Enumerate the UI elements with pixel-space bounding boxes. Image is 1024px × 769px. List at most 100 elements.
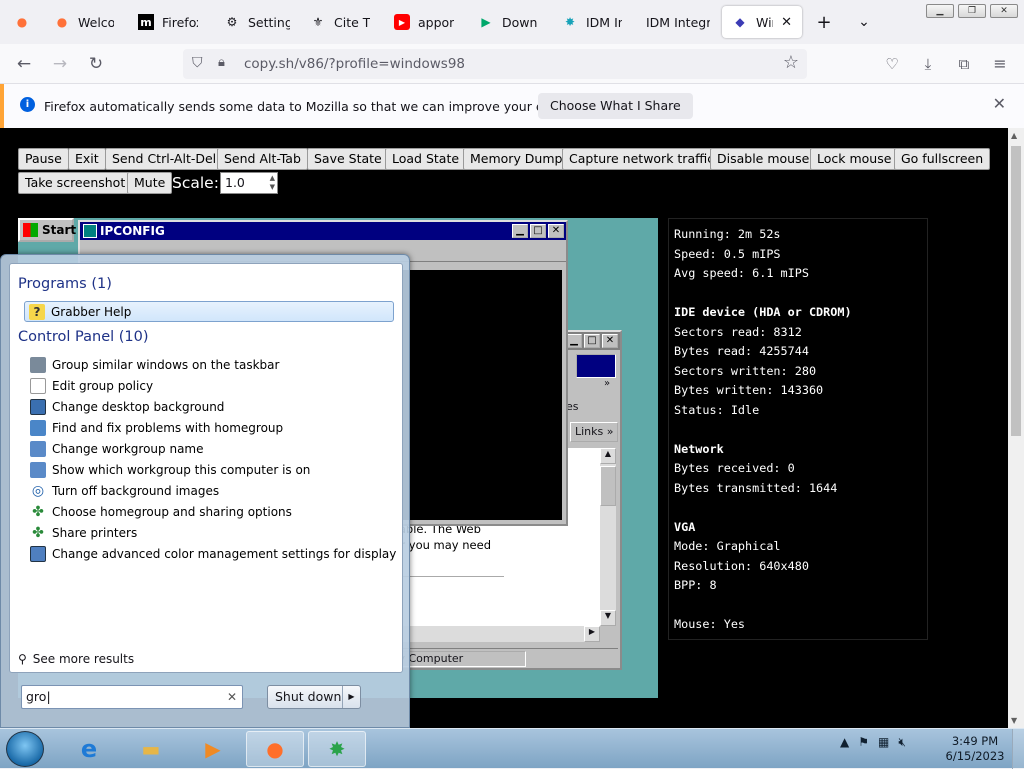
scroll-right-icon[interactable]: ▶: [584, 626, 600, 642]
clear-search-icon[interactable]: ✕: [227, 686, 237, 708]
result-grabber-help[interactable]: ? Grabber Help: [24, 301, 394, 322]
result-homegroup-sharing[interactable]: ✤ Choose homegroup and sharing options: [26, 501, 396, 522]
scroll-thumb[interactable]: [600, 466, 616, 506]
scroll-up-icon[interactable]: ▲: [600, 448, 616, 464]
notification-bar: i Firefox automatically sends some data …: [0, 84, 1024, 128]
url-text[interactable]: copy.sh/v86/?profile=windows98: [244, 56, 465, 72]
close-icon[interactable]: ✕: [548, 224, 564, 238]
take-screenshot-button[interactable]: Take screenshot: [18, 172, 133, 194]
result-change-workgroup-name[interactable]: Change workgroup name: [26, 438, 396, 459]
lock-mouse-button[interactable]: Lock mouse: [810, 148, 899, 170]
tab-welcome[interactable]: ●Welcom: [44, 6, 124, 38]
tab-download[interactable]: ▶Downlo: [468, 6, 548, 38]
pocket-icon[interactable]: ♡: [879, 52, 905, 76]
file-explorer-icon[interactable]: ▬: [122, 731, 180, 767]
send-alt-tab-button[interactable]: Send Alt-Tab: [217, 148, 308, 170]
play-icon: ▶: [481, 15, 491, 29]
close-window-button[interactable]: ✕: [990, 4, 1018, 18]
network-icon[interactable]: ▦: [878, 735, 889, 750]
tab-bar: ● ●Welcom mFirefox ⚙Settings ⚜Cite Th ▶a…: [0, 0, 1024, 44]
shutdown-options-arrow-icon[interactable]: ▶: [342, 686, 360, 708]
homegroup-icon: ✤: [32, 503, 44, 520]
system-icon: [30, 440, 46, 457]
minimize-window-button[interactable]: ▁: [926, 4, 954, 18]
save-state-button[interactable]: Save State: [307, 148, 389, 170]
scroll-up-icon[interactable]: ▲: [1011, 131, 1017, 140]
chevron-right-icon[interactable]: »: [604, 378, 610, 389]
firefox-taskbar-icon[interactable]: ●: [246, 731, 304, 767]
shut-down-button[interactable]: Shut down ▶: [267, 685, 361, 709]
search-icon: ⚲: [18, 652, 27, 666]
result-show-workgroup[interactable]: Show which workgroup this computer is on: [26, 459, 396, 480]
choose-what-i-share-button[interactable]: Choose What I Share: [538, 93, 693, 119]
show-hidden-icons-icon[interactable]: ▲: [840, 735, 849, 750]
lock-icon[interactable]: 🔒︎: [218, 55, 225, 70]
result-change-desktop-background[interactable]: Change desktop background: [26, 396, 396, 417]
maximize-icon[interactable]: □: [584, 334, 600, 348]
show-desktop-button[interactable]: [1012, 729, 1024, 769]
tab-cite[interactable]: ⚜Cite Th: [300, 6, 380, 38]
tab-windows98[interactable]: ◆Wind✕: [722, 6, 802, 38]
result-share-printers[interactable]: ✤ Share printers: [26, 522, 396, 543]
downloads-icon[interactable]: ⤓: [915, 52, 941, 76]
idm-taskbar-icon[interactable]: ✸: [308, 731, 366, 767]
ie-vertical-scrollbar[interactable]: ▲ ▼: [600, 448, 616, 626]
scroll-thumb[interactable]: [1011, 146, 1021, 436]
result-color-management[interactable]: Change advanced color management setting…: [26, 543, 396, 564]
back-arrow-icon[interactable]: ←: [11, 52, 37, 76]
start-search-input[interactable]: gro| ✕: [21, 685, 243, 709]
result-fix-homegroup[interactable]: Find and fix problems with homegroup: [26, 417, 396, 438]
win98-start-button[interactable]: Start: [18, 218, 76, 242]
memory-dump-button[interactable]: Memory Dump: [463, 148, 570, 170]
tab-settings[interactable]: ⚙Settings: [214, 6, 300, 38]
exit-button[interactable]: Exit: [68, 148, 106, 170]
maximize-icon[interactable]: □: [530, 224, 546, 238]
minimize-icon[interactable]: ▁: [512, 224, 528, 238]
programs-header[interactable]: Programs (1): [18, 276, 112, 292]
tab-idm-ini[interactable]: ✸IDM Ini: [552, 6, 632, 38]
media-player-icon[interactable]: ▶: [184, 731, 242, 767]
minimize-icon[interactable]: ▁: [566, 334, 582, 348]
bookmark-star-icon[interactable]: ☆: [783, 52, 799, 73]
scroll-down-icon[interactable]: ▼: [600, 610, 616, 626]
close-icon[interactable]: ✕: [602, 334, 618, 348]
links-button[interactable]: Links »: [570, 422, 618, 442]
internet-explorer-icon[interactable]: e: [60, 731, 118, 767]
see-more-results-link[interactable]: ⚲ See more results: [18, 652, 134, 666]
tab-mdn[interactable]: mFirefox: [128, 6, 208, 38]
send-ctrl-alt-del-button[interactable]: Send Ctrl-Alt-Del: [105, 148, 224, 170]
list-tabs-chevron-icon[interactable]: ⌄: [848, 6, 880, 38]
result-group-similar-windows[interactable]: Group similar windows on the taskbar: [26, 354, 396, 375]
spin-arrows-icon[interactable]: ▲ ▼: [270, 174, 275, 192]
disable-mouse-button[interactable]: Disable mouse: [710, 148, 817, 170]
tab-firefox[interactable]: ●: [4, 6, 42, 38]
scale-input[interactable]: 1.0 ▲ ▼: [220, 172, 278, 194]
close-notification-icon[interactable]: ✕: [993, 94, 1006, 113]
tab-idm-integra[interactable]: IDM Integra: [636, 6, 720, 38]
clock[interactable]: 3:49 PM 6/15/2023: [944, 734, 1006, 764]
scroll-down-icon[interactable]: ▼: [1011, 716, 1017, 725]
result-turn-off-background-images[interactable]: ◎ Turn off background images: [26, 480, 396, 501]
volume-muted-icon[interactable]: 🔇︎: [898, 735, 906, 750]
restore-window-button[interactable]: ❐: [958, 4, 986, 18]
capture-network-traffic-button[interactable]: Capture network traffic: [562, 148, 722, 170]
youtube-icon: ▶: [394, 14, 410, 30]
url-bar[interactable]: ⛉ 🔒︎ copy.sh/v86/?profile=windows98 ☆: [183, 49, 807, 79]
load-state-button[interactable]: Load State: [385, 148, 467, 170]
flag-icon[interactable]: ⚑: [858, 735, 869, 750]
forward-arrow-icon[interactable]: →: [47, 52, 73, 76]
go-fullscreen-button[interactable]: Go fullscreen: [894, 148, 991, 170]
reload-icon[interactable]: ↻: [83, 52, 109, 76]
tab-youtube[interactable]: ▶ appon: [384, 6, 464, 38]
menu-hamburger-icon[interactable]: ≡: [987, 52, 1013, 76]
result-edit-group-policy[interactable]: Edit group policy: [26, 375, 396, 396]
close-tab-icon[interactable]: ✕: [781, 15, 792, 30]
pause-button[interactable]: Pause: [18, 148, 69, 170]
new-tab-button[interactable]: +: [808, 6, 840, 38]
extensions-icon[interactable]: ⧉: [951, 52, 977, 76]
mute-button[interactable]: Mute: [127, 172, 173, 194]
start-orb-button[interactable]: [6, 731, 44, 767]
control-panel-header[interactable]: Control Panel (10): [18, 329, 149, 345]
shield-icon[interactable]: ⛉: [192, 55, 203, 71]
page-scrollbar[interactable]: ▲ ▼: [1008, 128, 1024, 728]
